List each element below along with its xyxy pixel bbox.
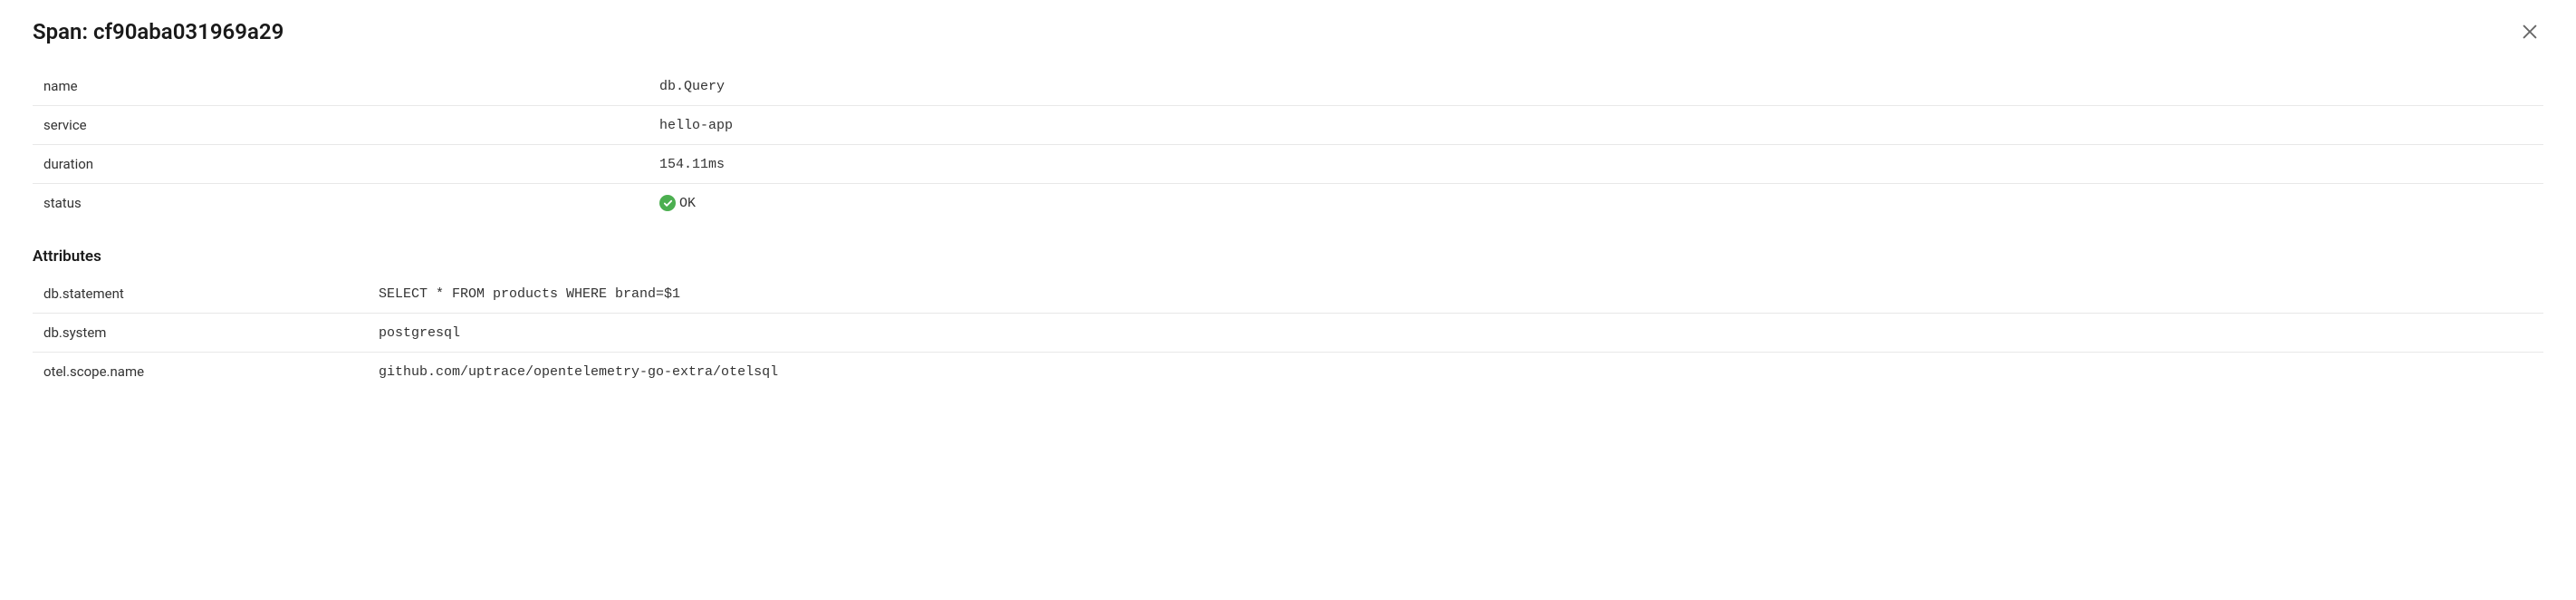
attribute-key: db.statement [43,285,379,302]
attribute-value: github.com/uptrace/opentelemetry-go-extr… [379,364,778,380]
close-icon [2520,22,2540,42]
status-ok-icon [659,195,676,211]
summary-value: 154.11ms [659,157,725,172]
summary-key: service [43,117,659,133]
summary-value: db.Query [659,79,725,94]
span-title: Span: cf90aba031969a29 [33,19,284,44]
span-header: Span: cf90aba031969a29 [33,18,2543,45]
attribute-value: postgresql [379,325,460,341]
attribute-row: db.statement SELECT * FROM products WHER… [33,275,2543,314]
summary-key: name [43,78,659,94]
close-button[interactable] [2516,18,2543,45]
status-text: OK [679,196,696,211]
attribute-row: db.system postgresql [33,314,2543,353]
attributes-table: db.statement SELECT * FROM products WHER… [33,275,2543,391]
summary-value: hello-app [659,118,733,133]
attribute-value: SELECT * FROM products WHERE brand=$1 [379,286,680,302]
summary-row-duration: duration 154.11ms [33,145,2543,184]
summary-value: OK [659,195,696,211]
summary-row-status: status OK [33,184,2543,222]
attributes-heading: Attributes [33,247,2543,266]
summary-key: status [43,195,659,211]
summary-row-name: name db.Query [33,67,2543,106]
summary-key: duration [43,156,659,172]
attribute-key: db.system [43,324,379,341]
attribute-row: otel.scope.name github.com/uptrace/opent… [33,353,2543,391]
attribute-key: otel.scope.name [43,363,379,380]
span-summary: name db.Query service hello-app duration… [33,67,2543,222]
summary-row-service: service hello-app [33,106,2543,145]
